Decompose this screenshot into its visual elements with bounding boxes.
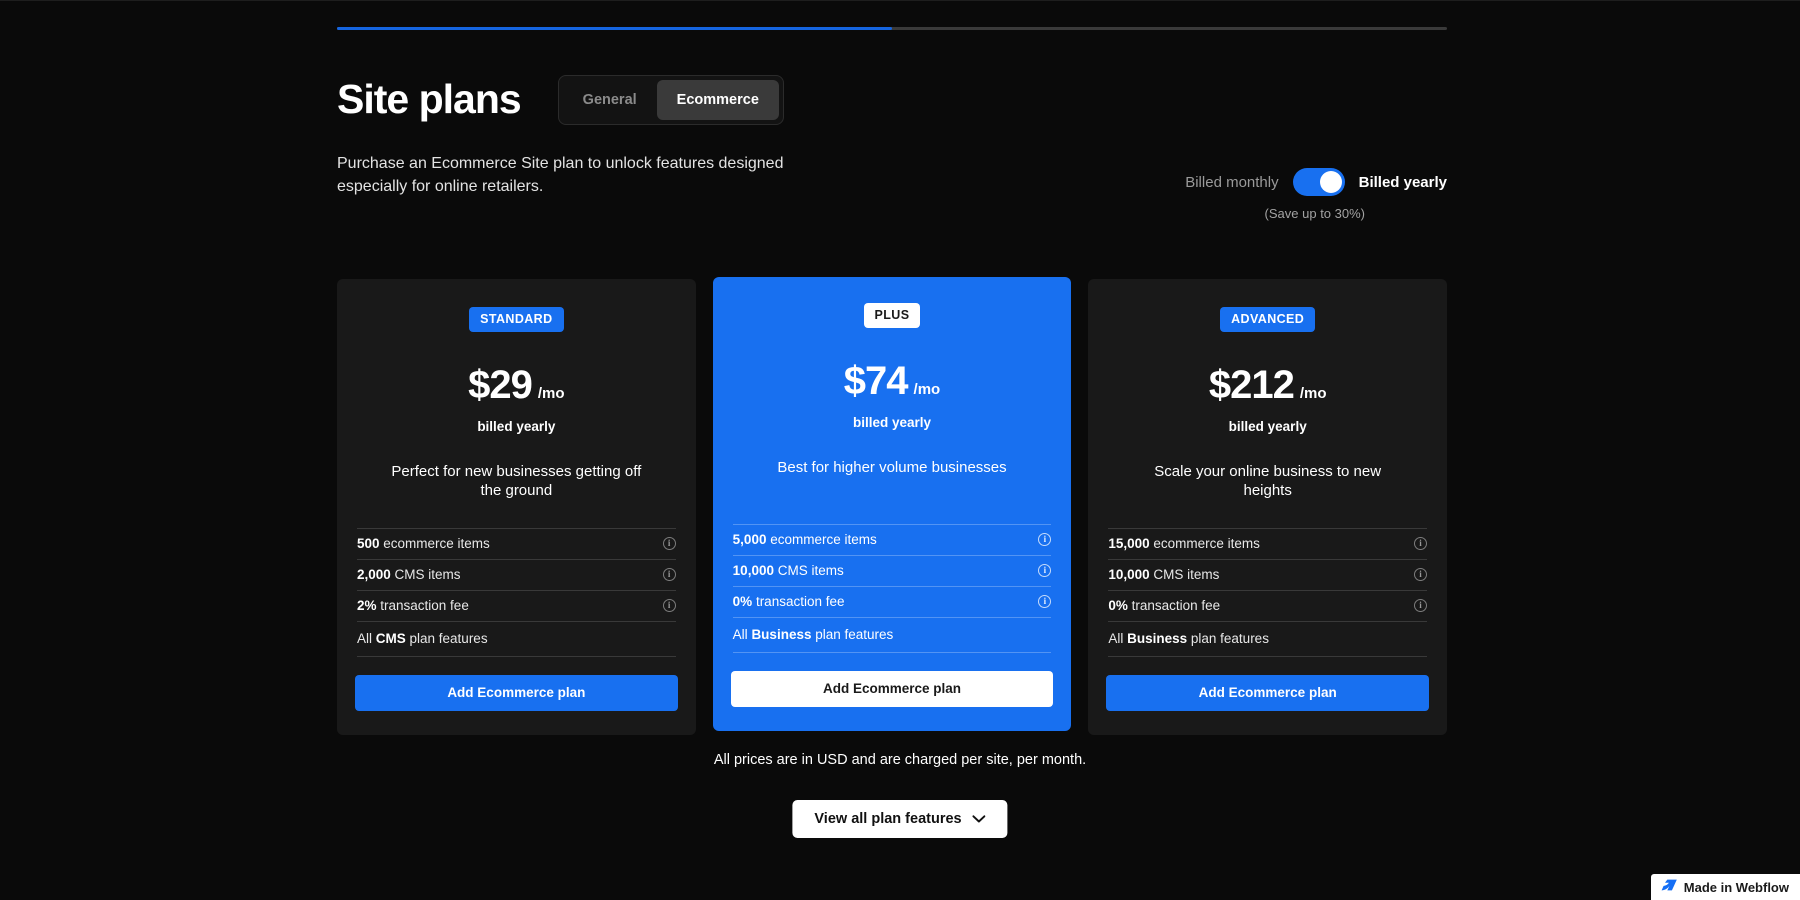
plan-feature-value: 5,000 — [732, 532, 767, 547]
plan-feature-label: 10,000 CMS items — [732, 563, 844, 578]
plan-included-features-row: All CMS plan features — [357, 620, 676, 657]
pricing-card: STANDARD $29/mo billed yearly Perfect for n… — [337, 279, 696, 735]
plan-badge: PLUS — [863, 303, 921, 328]
progress-bar-fill — [337, 27, 892, 30]
add-ecommerce-plan-button[interactable]: Add Ecommerce plan — [730, 670, 1054, 707]
plan-included-features-name: Business — [751, 627, 812, 642]
info-icon[interactable]: i — [1038, 533, 1052, 546]
toggle-knob — [1319, 171, 1342, 193]
info-icon[interactable]: i — [662, 568, 676, 581]
plan-feature-value: 2% — [357, 598, 377, 613]
plan-feature-list: 5,000 ecommerce items i 10,000 CMS items i 0… — [731, 523, 1054, 653]
plan-feature-value: 2,000 — [357, 567, 391, 582]
view-all-plan-features-label: View all plan features — [814, 811, 962, 827]
plan-feature-label: 0% transaction fee — [1108, 598, 1221, 613]
plan-feature-label: 15,000 ecommerce items — [1108, 536, 1260, 551]
pricing-card: ADVANCED $212/mo billed yearly Scale your o… — [1088, 279, 1448, 735]
made-in-webflow-badge[interactable]: Made in Webflow — [1650, 874, 1800, 900]
plan-feature-label: 2% transaction fee — [357, 598, 469, 613]
progress-bar-track — [337, 27, 1447, 30]
plan-feature-row: 2,000 CMS items i — [357, 558, 676, 590]
made-in-webflow-label: Made in Webflow — [1683, 879, 1789, 895]
plan-feature-row: 10,000 CMS items i — [1108, 558, 1428, 590]
plan-price-period: /mo — [537, 384, 565, 402]
price-row: $29/mo — [468, 365, 564, 405]
billed-yearly-label: Billed yearly — [1358, 173, 1447, 191]
tab-general[interactable]: General — [563, 80, 657, 120]
plan-feature-row: 5,000 ecommerce items i — [732, 523, 1052, 555]
plan-feature-value: 10,000 — [1108, 567, 1150, 582]
info-icon[interactable]: i — [1038, 564, 1052, 577]
price-row: $74/mo — [844, 361, 940, 401]
plan-feature-row: 15,000 ecommerce items i — [1108, 527, 1428, 559]
site-plans-page: Site plans General Ecommerce Purchase an… — [0, 0, 1800, 900]
billing-period-control: Billed monthly Billed yearly (Save up to… — [1185, 168, 1447, 221]
plan-feature-value: 0% — [1108, 598, 1128, 613]
page-subtitle: Purchase an Ecommerce Site plan to unloc… — [337, 155, 784, 195]
plan-feature-label: 0% transaction fee — [732, 594, 845, 609]
plan-feature-label: 2,000 CMS items — [357, 567, 461, 582]
billing-savings-note: (Save up to 30%) — [1264, 206, 1365, 221]
info-icon[interactable]: i — [1414, 599, 1428, 612]
plan-feature-list: 15,000 ecommerce items i 10,000 CMS items i… — [1106, 527, 1429, 657]
chevron-down-icon — [972, 811, 986, 827]
plan-badge: ADVANCED — [1220, 307, 1316, 332]
billing-row: Billed monthly Billed yearly — [1185, 168, 1447, 196]
view-all-plan-features-button[interactable]: View all plan features — [792, 800, 1008, 838]
plan-included-features-row: All Business plan features — [732, 616, 1052, 653]
plan-feature-list: 500 ecommerce items i 2,000 CMS items i 2% t… — [355, 527, 678, 657]
plan-feature-row: 500 ecommerce items i — [357, 527, 676, 559]
plan-price: $74 — [843, 358, 909, 403]
plan-included-features-name: CMS — [375, 631, 406, 646]
plan-included-features-label: All Business plan features — [1108, 631, 1269, 646]
info-icon[interactable]: i — [1414, 537, 1428, 550]
plan-included-features-label: All Business plan features — [732, 627, 894, 642]
plan-billed-note: billed yearly — [477, 418, 556, 434]
plan-feature-row: 10,000 CMS items i — [732, 554, 1052, 586]
info-icon[interactable]: i — [662, 599, 676, 612]
pricing-cards: STANDARD $29/mo billed yearly Perfect for n… — [337, 277, 1448, 735]
plan-feature-value: 500 — [357, 536, 380, 551]
plan-included-features-label: All CMS plan features — [357, 631, 488, 646]
billing-period-toggle[interactable] — [1292, 168, 1345, 196]
plan-feature-value: 15,000 — [1108, 536, 1150, 551]
plan-description: Best for higher volume businesses — [777, 458, 1007, 476]
plan-feature-label: 500 ecommerce items — [357, 536, 490, 551]
plan-billed-note: billed yearly — [1228, 418, 1307, 434]
plan-feature-row: 0% transaction fee i — [732, 585, 1052, 617]
billed-monthly-label: Billed monthly — [1185, 173, 1279, 191]
plan-description: Scale your online business to new height… — [1154, 462, 1382, 500]
plan-feature-value: 0% — [732, 594, 753, 609]
plan-price-period: /mo — [1299, 384, 1327, 402]
add-ecommerce-plan-button[interactable]: Add Ecommerce plan — [355, 674, 678, 711]
plan-feature-value: 10,000 — [732, 563, 774, 578]
plan-type-segmented-control: General Ecommerce — [557, 75, 784, 125]
plan-price: $212 — [1208, 362, 1295, 407]
tab-ecommerce[interactable]: Ecommerce — [656, 80, 779, 120]
plan-feature-row: 0% transaction fee i — [1108, 589, 1428, 621]
price-row: $212/mo — [1209, 365, 1327, 405]
info-icon[interactable]: i — [1038, 595, 1052, 608]
pricing-card: PLUS $74/mo billed yearly Best for higher v… — [712, 277, 1072, 731]
plan-feature-label: 10,000 CMS items — [1108, 567, 1220, 582]
plan-billed-note: billed yearly — [852, 414, 932, 430]
page-title: Site plans — [337, 76, 522, 123]
plan-badge: STANDARD — [469, 307, 564, 332]
plan-price: $29 — [468, 362, 533, 407]
plan-included-features-row: All Business plan features — [1108, 620, 1428, 657]
plan-price-period: /mo — [913, 380, 941, 398]
plan-feature-row: 2% transaction fee i — [357, 589, 676, 621]
webflow-logo-icon — [1660, 878, 1677, 896]
add-ecommerce-plan-button[interactable]: Add Ecommerce plan — [1106, 674, 1430, 711]
pricing-disclaimer: All prices are in USD and are charged pe… — [713, 752, 1087, 768]
top-hairline — [0, 0, 1800, 1]
info-icon[interactable]: i — [662, 537, 676, 550]
info-icon[interactable]: i — [1414, 568, 1428, 581]
plan-included-features-name: Business — [1127, 631, 1188, 646]
plan-feature-label: 5,000 ecommerce items — [732, 532, 877, 547]
plan-description: Perfect for new businesses getting off t… — [391, 462, 642, 500]
header-row: Site plans General Ecommerce — [337, 75, 1447, 125]
